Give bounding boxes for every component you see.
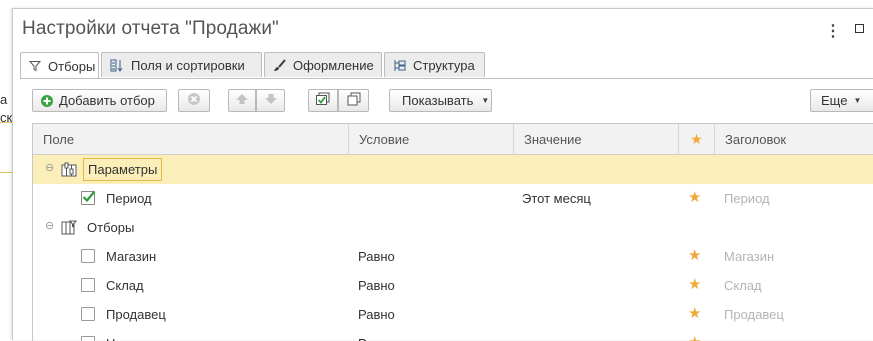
row-field: Период xyxy=(106,191,152,206)
dropdown-arrow-icon: ▼ xyxy=(481,96,490,105)
more-label: Еще xyxy=(821,93,848,108)
show-label: Показывать xyxy=(402,93,474,108)
background-text: а xyxy=(0,92,8,107)
row-checkbox[interactable] xyxy=(81,249,95,263)
row-title: Продавец xyxy=(724,307,784,322)
column-header-field[interactable]: Поле xyxy=(33,124,349,154)
table-row[interactable]: Н Р ★ xyxy=(33,329,873,341)
row-field: Параметры xyxy=(88,162,158,177)
row-field: Н xyxy=(106,329,115,341)
row-checkbox[interactable] xyxy=(81,190,96,205)
row-title: Магазин xyxy=(724,249,775,264)
move-down-button[interactable] xyxy=(256,89,285,112)
add-icon xyxy=(40,94,54,108)
star-icon[interactable]: ★ xyxy=(688,248,701,263)
row-title: Период xyxy=(724,191,770,206)
background-divider xyxy=(0,172,12,173)
row-condition[interactable]: Р xyxy=(358,329,367,341)
ungroup-button[interactable] xyxy=(338,89,369,112)
tab-appearance[interactable]: Оформление xyxy=(264,52,382,77)
tab-label: Поля и сортировки xyxy=(131,57,245,73)
row-checkbox[interactable] xyxy=(81,278,95,292)
more-actions-icon[interactable]: ⋮ xyxy=(825,21,841,41)
tab-structure[interactable]: Структура xyxy=(384,52,485,77)
table-row[interactable]: Продавец Равно ★ Продавец xyxy=(33,300,873,329)
row-field: Магазин xyxy=(106,249,157,264)
dialog-title: Настройки отчета "Продажи" xyxy=(22,18,279,39)
table-header: Поле Условие Значение ★ Заголовок xyxy=(33,124,873,155)
group-label-frame: Параметры xyxy=(83,158,163,181)
dropdown-arrow-icon: ▼ xyxy=(853,96,862,105)
arrow-down-icon xyxy=(264,93,278,108)
group-check-icon xyxy=(315,92,331,109)
column-header-star[interactable]: ★ xyxy=(679,124,715,154)
row-field: Продавец xyxy=(106,307,166,322)
star-icon[interactable]: ★ xyxy=(688,335,701,341)
report-settings-dialog: Настройки отчета "Продажи" ⋮ Отборы Поля… xyxy=(12,8,873,341)
tab-label: Структура xyxy=(413,57,475,73)
delete-button[interactable] xyxy=(178,89,210,112)
arrow-up-icon xyxy=(235,93,249,108)
table-row[interactable]: ⊖ Параметры xyxy=(33,155,873,184)
column-header-title[interactable]: Заголовок xyxy=(715,124,873,154)
more-button[interactable]: Еще ▼ xyxy=(810,89,873,112)
show-dropdown-button[interactable]: Показывать ▼ xyxy=(389,89,492,112)
check-icon xyxy=(82,190,96,203)
filter-icon xyxy=(29,60,41,72)
background-window xyxy=(0,0,12,339)
star-icon[interactable]: ★ xyxy=(688,277,701,292)
tab-divider xyxy=(20,78,873,79)
maximize-icon[interactable] xyxy=(855,24,864,33)
row-condition[interactable]: Равно xyxy=(358,242,395,271)
collapse-icon[interactable]: ⊖ xyxy=(45,163,54,174)
column-header-condition[interactable]: Условие xyxy=(349,124,514,154)
table-row[interactable]: Магазин Равно ★ Магазин xyxy=(33,242,873,271)
star-icon[interactable]: ★ xyxy=(688,306,701,321)
group-button[interactable] xyxy=(308,89,338,112)
row-condition[interactable]: Равно xyxy=(358,271,395,300)
row-checkbox[interactable] xyxy=(81,307,95,321)
row-value[interactable]: Этот месяц xyxy=(522,184,591,213)
row-field: Отборы xyxy=(87,220,135,235)
table-row[interactable]: Склад Равно ★ Склад xyxy=(33,271,873,300)
background-divider xyxy=(0,122,12,123)
parameters-icon xyxy=(61,162,77,180)
tab-filters[interactable]: Отборы xyxy=(20,52,99,79)
structure-icon xyxy=(393,59,406,72)
fields-icon xyxy=(110,59,124,72)
table-row[interactable]: ⊖ Отборы xyxy=(33,213,873,242)
column-header-value[interactable]: Значение xyxy=(514,124,679,154)
move-up-button[interactable] xyxy=(228,89,256,112)
filters-table[interactable]: Поле Условие Значение ★ Заголовок ⊖ Пара… xyxy=(32,123,873,341)
tab-label: Оформление xyxy=(293,57,374,73)
filters-group-icon xyxy=(61,220,78,238)
row-field: Склад xyxy=(106,278,144,293)
row-condition[interactable]: Равно xyxy=(358,300,395,329)
tab-fields-sorting[interactable]: Поля и сортировки xyxy=(101,52,262,77)
collapse-icon[interactable]: ⊖ xyxy=(45,221,54,232)
star-icon[interactable]: ★ xyxy=(688,190,701,205)
add-filter-button[interactable]: Добавить отбор xyxy=(32,89,167,112)
tab-label: Отборы xyxy=(48,58,96,74)
row-title: Склад xyxy=(724,278,762,293)
brush-icon xyxy=(273,58,286,72)
delete-icon xyxy=(187,92,201,109)
table-row[interactable]: Период Этот месяц ★ Период xyxy=(33,184,873,213)
add-filter-label: Добавить отбор xyxy=(59,93,155,108)
copy-icon xyxy=(346,92,362,109)
